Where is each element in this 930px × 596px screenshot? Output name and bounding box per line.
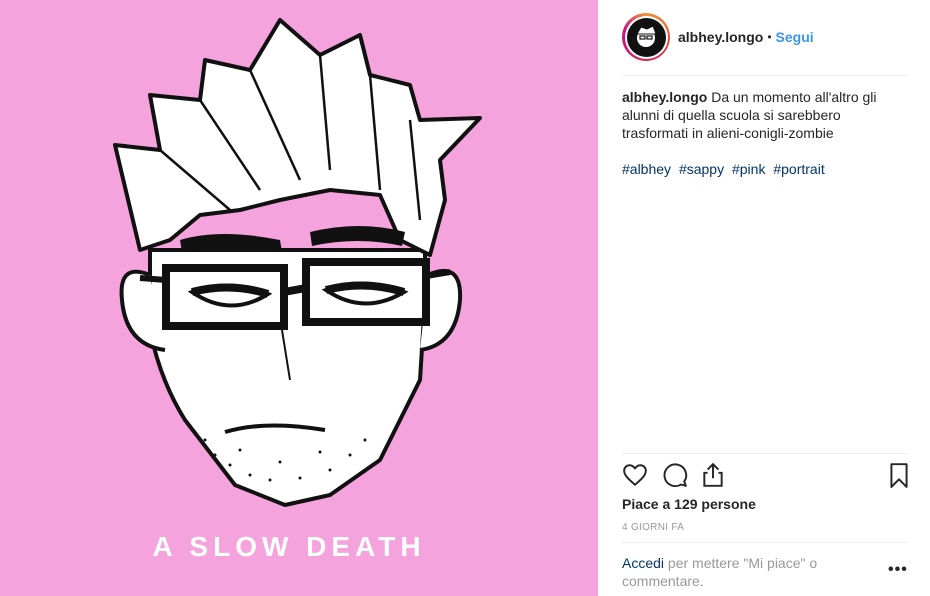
post-sidebar: albhey.longo • Segui albhey.longo Da un … [598,0,930,596]
share-icon[interactable] [700,462,726,490]
hashtag-link[interactable]: #pink [732,161,765,177]
hashtag-link[interactable]: #sappy [679,161,724,177]
caption: albhey.longo Da un momento all'altro gli… [622,88,898,142]
artwork-title: A SLOW DEATH [152,531,425,562]
post-header: albhey.longo • Segui [622,12,908,62]
header-username[interactable]: albhey.longo [678,29,763,45]
post-timestamp[interactable]: 4 GIORNI FA [622,522,684,533]
follow-button[interactable]: Segui [776,29,814,45]
action-bar [622,462,910,492]
hashtag-list: #albhey #sappy #pink #portrait [622,160,829,178]
post-image[interactable]: A SLOW DEATH [0,0,598,596]
bookmark-icon[interactable] [886,462,912,490]
login-divider [622,542,908,543]
login-prompt: Accedi per mettere "Mi piace" o commenta… [622,554,872,590]
avatar[interactable] [622,13,670,61]
avatar-portrait-icon [636,25,657,47]
login-link[interactable]: Accedi [622,555,664,571]
header-separator: • [767,30,772,44]
heart-icon[interactable] [622,462,648,490]
caption-username[interactable]: albhey.longo [622,89,707,105]
comment-icon[interactable] [662,462,688,490]
portrait-illustration: A SLOW DEATH [113,18,482,562]
hashtag-link[interactable]: #albhey [622,161,671,177]
more-options-button[interactable]: ••• [888,561,908,579]
hashtag-link[interactable]: #portrait [773,161,824,177]
actions-divider [622,453,908,454]
header-divider [622,75,908,76]
likes-count[interactable]: Piace a 129 persone [622,496,756,512]
